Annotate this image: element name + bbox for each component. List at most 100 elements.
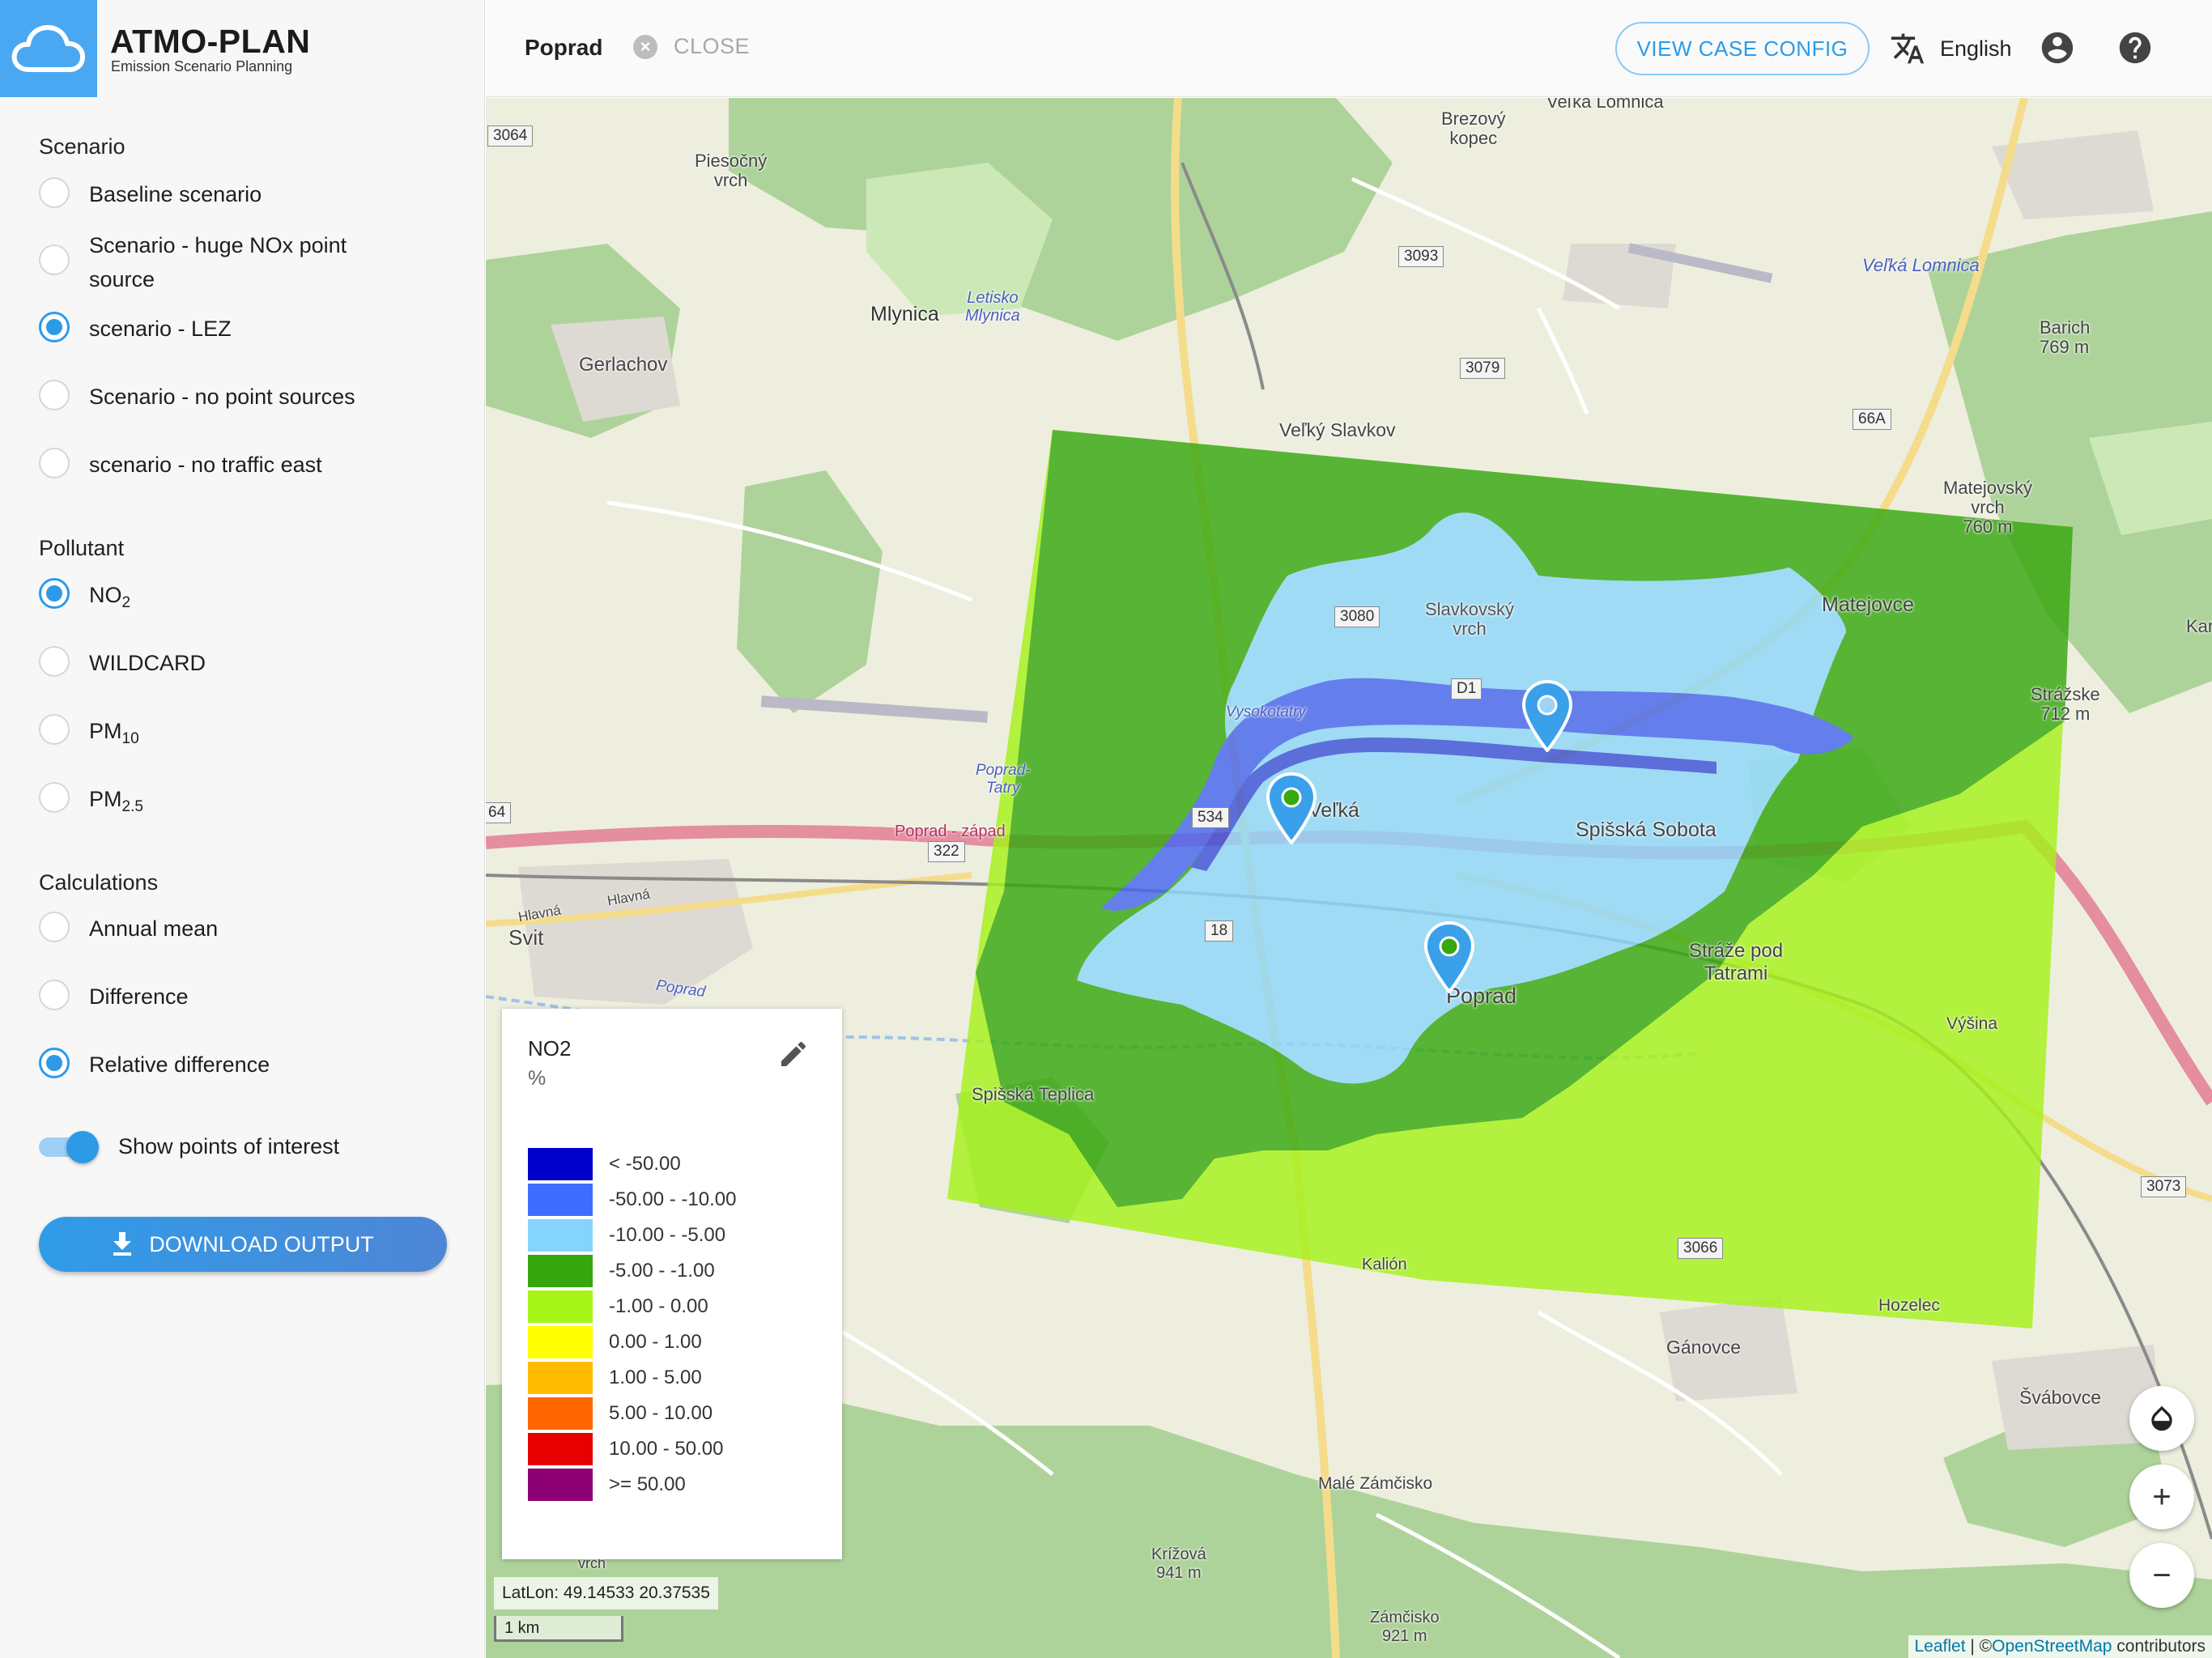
scenario-label: scenario - no traffic east: [89, 453, 322, 477]
road-number: 66A: [1853, 409, 1891, 430]
radio-button[interactable]: [39, 244, 70, 275]
legend-label: -1.00 - 0.00: [609, 1295, 708, 1317]
place-label: Vysokotatry: [1226, 704, 1306, 721]
road-number: 3064: [487, 125, 534, 147]
place-label: Kar: [2186, 616, 2212, 636]
place-label: Zámčisko 921 m: [1370, 1609, 1440, 1645]
legend-swatch: [528, 1184, 593, 1216]
legend-swatch: [528, 1219, 593, 1252]
close-button[interactable]: × CLOSE: [633, 34, 750, 59]
road-number: 322: [928, 841, 965, 862]
place-label: Gerlachov: [579, 354, 668, 376]
radio-button-checked[interactable]: [39, 1048, 70, 1078]
scenario-label: scenario - LEZ: [89, 317, 232, 341]
place-label: Spišská Sobota: [1576, 818, 1716, 841]
download-output-button[interactable]: DOWNLOAD OUTPUT: [39, 1217, 447, 1272]
legend-label: 1.00 - 5.00: [609, 1367, 702, 1388]
help-icon[interactable]: [2116, 29, 2154, 70]
legend-item: < -50.00: [528, 1146, 736, 1182]
legend-swatch: [528, 1326, 593, 1358]
road-number: 64: [486, 802, 512, 823]
radio-button[interactable]: [39, 646, 70, 677]
scenario-option-no-traffic-east[interactable]: scenario - no traffic east: [39, 448, 460, 482]
scenario-label: Scenario - huge NOx point source: [89, 233, 347, 291]
place-label: Krížová 941 m: [1151, 1545, 1206, 1582]
legend-item: 10.00 - 50.00: [528, 1431, 736, 1467]
pollutant-option-no2[interactable]: NO2: [39, 578, 460, 612]
radio-button[interactable]: [39, 782, 70, 813]
map-view[interactable]: Veľká Lomnica Brezový kopec Piesočný vrc…: [486, 98, 2212, 1658]
place-label: Strážske 712 m: [2031, 684, 2100, 724]
radio-button-checked[interactable]: [39, 312, 70, 342]
pollutant-option-pm10[interactable]: PM10: [39, 714, 460, 748]
road-number: D1: [1451, 678, 1482, 699]
calc-option-relative-difference[interactable]: Relative difference: [39, 1048, 460, 1082]
calc-label: Relative difference: [89, 1052, 270, 1077]
place-label: Stráže pod Tatrami: [1689, 940, 1784, 984]
points-of-interest-toggle[interactable]: Show points of interest: [39, 1131, 339, 1163]
legend-label: 5.00 - 10.00: [609, 1402, 713, 1424]
poi-marker[interactable]: [1521, 679, 1574, 754]
calc-option-annual-mean[interactable]: Annual mean: [39, 912, 460, 946]
scenario-option-baseline[interactable]: Baseline scenario: [39, 177, 460, 211]
road-number: 534: [1192, 807, 1229, 828]
place-label: Výšina: [1946, 1014, 1998, 1033]
scenario-option-lez[interactable]: scenario - LEZ: [39, 312, 460, 346]
map-pin-icon: [1266, 772, 1317, 846]
legend-item: -10.00 - -5.00: [528, 1218, 736, 1253]
toggle-switch[interactable]: [39, 1131, 100, 1163]
scenario-option-no-point-sources[interactable]: Scenario - no point sources: [39, 380, 460, 414]
account-icon[interactable]: [2039, 29, 2076, 70]
toggle-thumb[interactable]: [66, 1131, 99, 1163]
edit-legend-button[interactable]: [777, 1038, 810, 1074]
radio-button-checked[interactable]: [39, 578, 70, 609]
road-number: 18: [1205, 920, 1234, 942]
language-selector[interactable]: English: [1890, 31, 2012, 66]
legend-swatch: [528, 1433, 593, 1465]
pollutant-option-wildcard[interactable]: WILDCARD: [39, 646, 460, 680]
legend-unit: %: [528, 1067, 547, 1090]
view-case-config-button[interactable]: VIEW CASE CONFIG: [1615, 22, 1870, 75]
legend-swatch: [528, 1148, 593, 1180]
map-attribution: Leaflet | ©OpenStreetMap contributors: [1908, 1635, 2212, 1658]
legend-label: 0.00 - 1.00: [609, 1331, 702, 1353]
leaflet-link[interactable]: Leaflet: [1915, 1637, 1966, 1656]
place-label: Piesočný vrch: [695, 151, 768, 190]
place-label: Veľká Lomnica: [1862, 255, 1980, 275]
app-logo: [0, 0, 97, 97]
download-icon: [113, 1232, 132, 1256]
map-pin-icon: [1423, 920, 1475, 995]
poi-marker[interactable]: [1423, 920, 1476, 995]
radio-button[interactable]: [39, 714, 70, 745]
place-label: Malé Zámčisko: [1318, 1474, 1433, 1493]
zoom-out-button[interactable]: −: [2129, 1543, 2194, 1608]
place-label: Svit: [508, 925, 544, 950]
radio-button[interactable]: [39, 912, 70, 942]
scenario-option-huge-nox[interactable]: Scenario - huge NOx point source: [39, 228, 460, 296]
poi-marker[interactable]: [1265, 772, 1318, 846]
opacity-control[interactable]: [2129, 1386, 2194, 1451]
calc-option-difference[interactable]: Difference: [39, 980, 460, 1014]
radio-button[interactable]: [39, 448, 70, 478]
place-label: Veľký Slavkov: [1279, 419, 1396, 440]
radio-button[interactable]: [39, 980, 70, 1010]
attribution-separator: | ©: [1965, 1637, 1993, 1656]
calculations-heading: Calculations: [39, 870, 159, 895]
map-legend: NO2 % < -50.00 -50.00 - -10.00 -10.00 - -5…: [502, 1009, 842, 1559]
legend-label: -50.00 - -10.00: [609, 1188, 737, 1210]
legend-item: 0.00 - 1.00: [528, 1324, 736, 1360]
pollutant-option-pm25[interactable]: PM2.5: [39, 782, 460, 816]
radio-button[interactable]: [39, 177, 70, 208]
place-label: Brezový kopec: [1441, 108, 1506, 148]
legend-item: -50.00 - -10.00: [528, 1182, 736, 1218]
road-number: 3066: [1678, 1238, 1724, 1259]
download-label: DOWNLOAD OUTPUT: [149, 1231, 374, 1256]
case-name: Poprad: [525, 35, 603, 60]
language-label: English: [1940, 36, 2012, 61]
radio-button[interactable]: [39, 380, 70, 410]
place-label: Spišská Teplica: [972, 1084, 1095, 1104]
osm-link[interactable]: OpenStreetMap: [1992, 1637, 2112, 1656]
close-icon: ×: [633, 34, 657, 59]
zoom-in-button[interactable]: +: [2129, 1465, 2194, 1529]
legend-swatch: [528, 1290, 593, 1323]
